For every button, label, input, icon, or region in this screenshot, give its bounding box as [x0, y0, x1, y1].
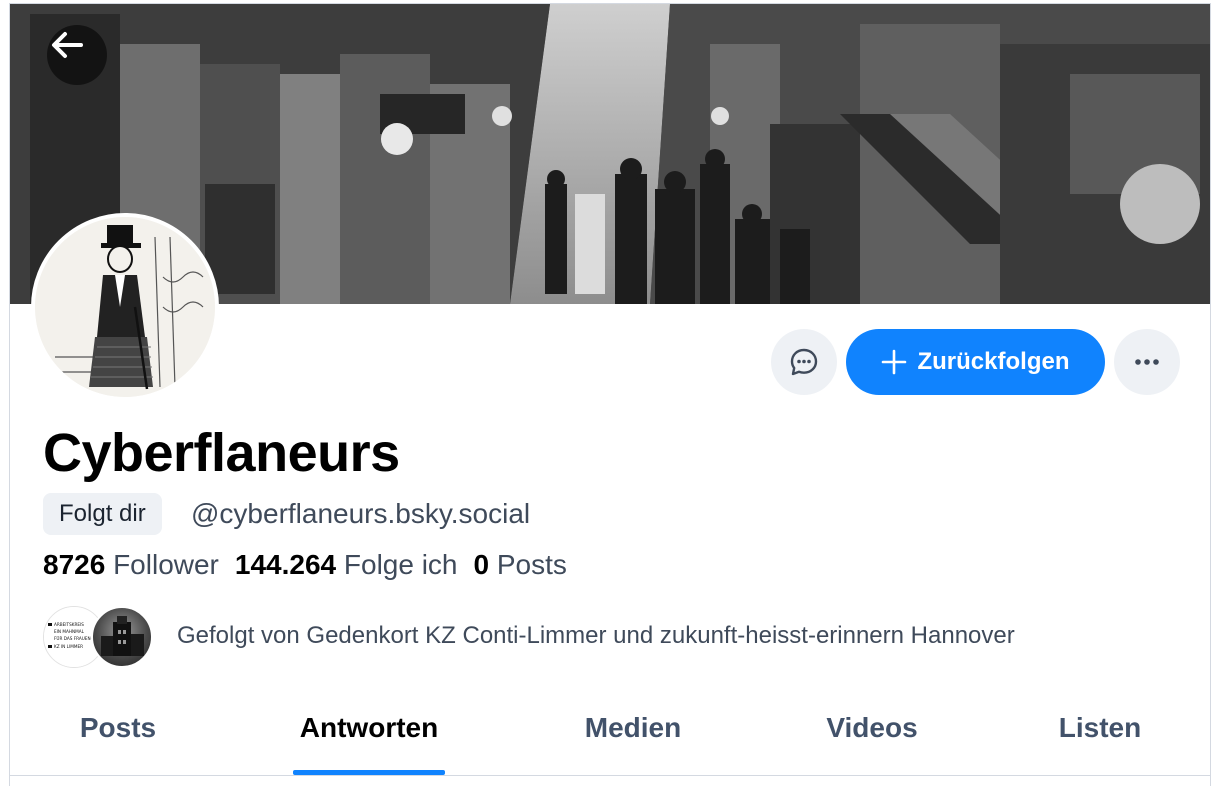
display-name: Cyberflaneurs — [43, 423, 400, 483]
svg-text:ARBEITSKREIS: ARBEITSKREIS — [54, 622, 84, 627]
following-stat[interactable]: 144.264 Folge ich — [235, 549, 458, 581]
followed-by-avatars[interactable]: ARBEITSKREIS EIN MAHNMAL FÜR DAS FRAUEN-… — [43, 606, 155, 668]
ellipsis-icon — [1135, 359, 1159, 365]
profile-tabs: Posts Antworten Medien Videos Listen — [10, 704, 1210, 776]
tab-replies[interactable]: Antworten — [284, 704, 454, 776]
followers-label: Follower — [113, 549, 219, 580]
svg-text:FÜR DAS FRAUEN-: FÜR DAS FRAUEN- — [54, 636, 93, 641]
arrow-left-icon — [52, 32, 83, 58]
follower-avatar-zukunft — [91, 606, 153, 668]
follow-back-label: Zurückfolgen — [917, 348, 1070, 375]
avatar-illustration — [35, 217, 215, 397]
tab-media[interactable]: Medien — [566, 704, 700, 776]
chat-bubble-icon — [790, 348, 818, 376]
profile-handle[interactable]: @cyberflaneurs.bsky.social — [191, 498, 530, 530]
tab-videos[interactable]: Videos — [807, 704, 937, 776]
followed-by-text[interactable]: Gefolgt von Gedenkort KZ Conti-Limmer un… — [177, 622, 1015, 650]
back-button[interactable] — [47, 25, 107, 85]
follows-you-badge: Folgt dir — [43, 493, 162, 535]
followers-stat[interactable]: 8726 Follower — [43, 549, 219, 581]
svg-text:EIN MAHNMAL: EIN MAHNMAL — [54, 629, 85, 634]
tab-posts[interactable]: Posts — [58, 704, 178, 776]
posts-label: Posts — [496, 549, 567, 580]
plus-icon — [882, 349, 907, 375]
profile-page: Zurückfolgen Cyberflaneurs Folgt dir @cy… — [9, 3, 1211, 786]
message-button[interactable] — [771, 329, 837, 395]
tab-lists[interactable]: Listen — [1040, 704, 1160, 776]
more-options-button[interactable] — [1114, 329, 1180, 395]
posts-stat: 0 Posts — [474, 549, 567, 581]
follow-back-button[interactable]: Zurückfolgen — [846, 329, 1105, 395]
following-label: Folge ich — [343, 549, 458, 580]
building-image — [101, 616, 144, 656]
following-count: 144.264 — [234, 549, 337, 580]
profile-stats: 8726 Follower 144.264 Folge ich 0 Posts — [43, 549, 567, 581]
profile-avatar[interactable] — [31, 213, 219, 401]
followers-count: 8726 — [43, 549, 106, 580]
posts-count: 0 — [473, 549, 490, 580]
tabs-divider — [10, 775, 1210, 776]
svg-text:KZ IN LIMMER: KZ IN LIMMER — [54, 644, 83, 649]
